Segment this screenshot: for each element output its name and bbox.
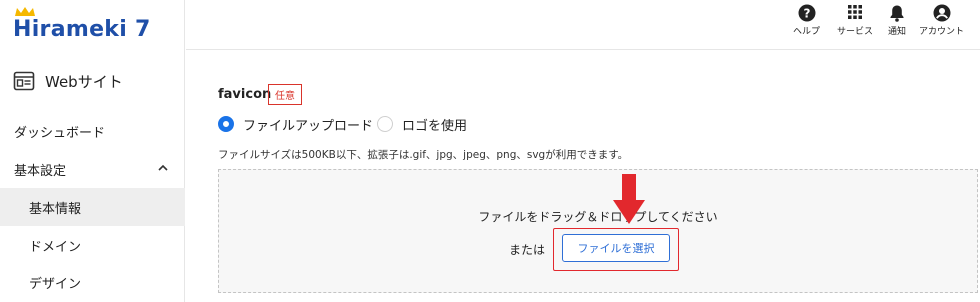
radio-selected-indicator[interactable]: [218, 116, 234, 132]
website-label: Webサイト: [45, 72, 123, 91]
services-button[interactable]: サービス: [837, 4, 873, 37]
radio-use-logo-label: ロゴを使用: [402, 118, 468, 134]
radio-file-upload-label: ファイルアップロード: [243, 118, 374, 134]
dropzone-instruction: ファイルをドラッグ＆ドロップしてください: [478, 210, 718, 224]
svg-text:?: ?: [803, 7, 810, 21]
apps-grid-icon: [848, 5, 862, 19]
or-label: または: [509, 243, 546, 257]
browser-window-icon: [13, 71, 35, 91]
optional-badge: 任意: [268, 84, 302, 105]
file-requirements-note: ファイルサイズは500KB以下、拡張子は.gif、jpg、jpeg、png、sv…: [218, 149, 629, 161]
sidebar-item-design[interactable]: デザイン: [0, 263, 185, 301]
sidebar-item-basic-settings[interactable]: 基本設定: [0, 150, 185, 188]
account-button[interactable]: アカウント: [919, 4, 964, 37]
main-content: favicon 任意 ファイルアップロード ロゴを使用 ファイルサイズは500K…: [186, 51, 980, 302]
sidebar-item-basic-info[interactable]: 基本情報: [0, 188, 185, 226]
sidebar-item-label: ドメイン: [29, 239, 82, 255]
website-section[interactable]: Webサイト: [13, 67, 123, 95]
account-circle-icon: [933, 4, 950, 22]
notifications-button[interactable]: 通知: [888, 4, 906, 37]
file-dropzone[interactable]: ファイルをドラッグ＆ドロップしてください または ファイルを選択: [218, 169, 978, 293]
account-label: アカウント: [919, 27, 965, 37]
help-button[interactable]: ? ヘルプ: [793, 4, 820, 37]
radio-file-upload[interactable]: ファイルアップロード: [218, 114, 373, 134]
sidebar-item-dashboard[interactable]: ダッシュボード: [0, 112, 185, 150]
bell-icon: [890, 5, 904, 22]
choose-file-button[interactable]: ファイルを選択: [562, 234, 670, 262]
sidebar-item-domain[interactable]: ドメイン: [0, 226, 185, 264]
app-logo[interactable]: Hirameki 7: [13, 7, 151, 44]
top-header: ? ヘルプ サービス 通知 アカウント: [186, 0, 980, 50]
services-label: サービス: [837, 27, 874, 37]
crown-icon: [15, 7, 35, 16]
logo-text: Hirameki 7: [13, 16, 151, 42]
help-label: ヘルプ: [793, 27, 821, 37]
sidebar: Hirameki 7 Webサイト ダッシュボード 基本設定 基本情報 ドメイン…: [0, 0, 185, 302]
chevron-up-icon: [158, 164, 168, 171]
sidebar-item-label: 基本情報: [29, 201, 82, 217]
annotation-arrow-down-icon: [613, 174, 645, 224]
favicon-field-title: favicon: [218, 87, 272, 102]
help-icon: ?: [798, 4, 815, 22]
radio-use-logo[interactable]: ロゴを使用: [377, 114, 467, 134]
sidebar-item-label: ダッシュボード: [14, 125, 106, 141]
sidebar-item-label: デザイン: [29, 276, 82, 292]
sidebar-item-label: 基本設定: [14, 163, 67, 179]
radio-unselected-indicator[interactable]: [377, 116, 393, 132]
notifications-label: 通知: [888, 27, 907, 37]
